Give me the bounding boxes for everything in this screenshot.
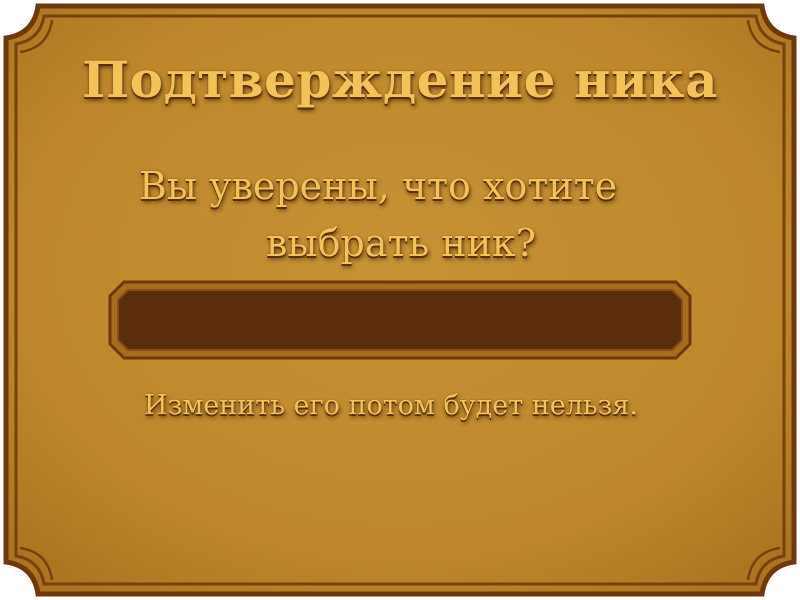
warning-text: Изменить его потом будет нельзя. <box>144 390 638 421</box>
question-line-2: выбрать ник? <box>265 221 537 265</box>
question-line-1: Вы уверены, что хотите <box>138 164 618 208</box>
nickname-confirm-dialog: Подтверждение ника Вы уверены, что хотит… <box>0 0 800 600</box>
dialog-title: Подтверждение ника <box>81 50 719 109</box>
nickname-field[interactable] <box>127 295 672 345</box>
confirmation-question: Вы уверены, что хотите выбрать ник? <box>0 158 800 272</box>
